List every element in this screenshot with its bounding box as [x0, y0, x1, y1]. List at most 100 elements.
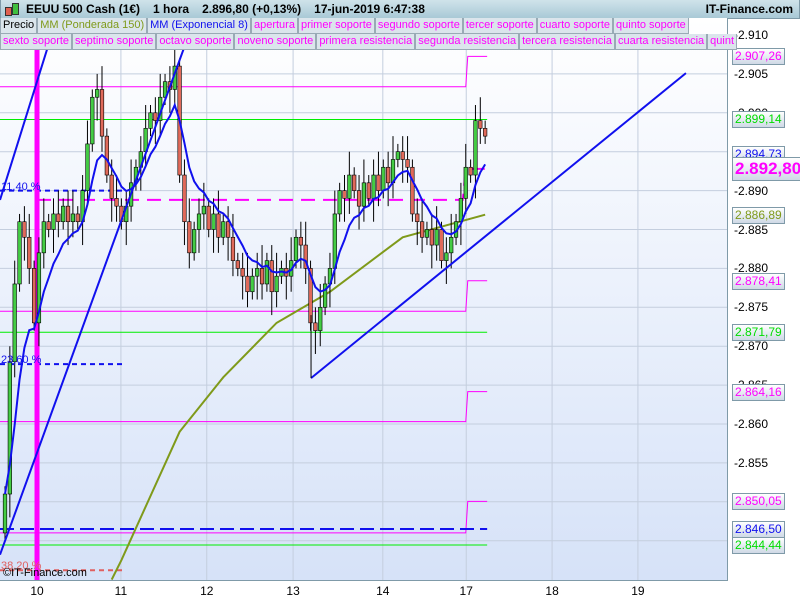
legend-item[interactable]: Precio: [0, 18, 38, 34]
price-tag: 2.899,14: [732, 111, 785, 129]
candle: [99, 66, 105, 152]
candle: [419, 198, 425, 253]
candle-body: [361, 182, 367, 207]
candle-body: [196, 213, 202, 230]
brand: IT-Finance.com: [705, 2, 793, 16]
candle: [70, 190, 75, 238]
candle: [235, 252, 240, 277]
legend-item[interactable]: cuarta resistencia: [614, 34, 708, 50]
candle: [483, 120, 488, 144]
legend-row-1: Precio MM (Ponderada 150) MM (Exponencial …: [0, 18, 689, 34]
candle: [182, 159, 187, 246]
legend-item[interactable]: cuarto soporte: [536, 18, 614, 34]
chart-plot-area[interactable]: [0, 18, 728, 581]
candle-body: [371, 174, 376, 199]
candle: [206, 198, 211, 238]
trendline: [310, 72, 687, 379]
candle: [303, 221, 308, 284]
candle-body: [337, 190, 342, 215]
price-change: 2.896,80 (+0,13%): [202, 2, 302, 16]
candle: [31, 260, 37, 331]
candle-body: [429, 229, 434, 246]
candle-body: [12, 283, 17, 363]
candle: [298, 221, 303, 269]
legend-item[interactable]: octavo soporte: [156, 34, 235, 50]
candle: [313, 307, 318, 354]
legend-item[interactable]: noveno soporte: [234, 34, 317, 50]
price-tag: 2.878,41: [732, 272, 785, 290]
candle: [449, 213, 454, 269]
price-tick-label: -2.855: [734, 455, 769, 470]
price-axis: -2.910-2.905-2.900-2.895-2.890-2.885-2.8…: [728, 18, 800, 600]
timeframe[interactable]: 1 hora: [153, 2, 189, 16]
candle-body: [90, 96, 95, 145]
price-tag: 2.907,26: [732, 48, 785, 66]
candle: [2, 486, 8, 541]
candle: [61, 198, 66, 230]
instrument-name: EEUU 500 Cash (1€): [26, 2, 141, 16]
price-tick-label: -2.905: [734, 66, 769, 81]
candle-body: [95, 89, 100, 98]
candle-body: [332, 213, 337, 269]
legend-item[interactable]: quinto soporte: [613, 18, 689, 34]
candle: [124, 190, 129, 246]
candle-body: [148, 112, 153, 129]
candle: [269, 245, 274, 316]
legend-item[interactable]: quint: [707, 34, 738, 50]
day-tick-label: 14: [376, 584, 390, 598]
legend-item[interactable]: MM (Ponderada 150): [37, 18, 148, 34]
candle: [478, 97, 483, 144]
candle-body: [434, 229, 439, 246]
candle-body: [109, 174, 114, 199]
fib-label: 23,60 %: [1, 354, 42, 367]
day-tick-label: 13: [286, 584, 300, 598]
support-step-1-line: [0, 280, 488, 312]
legend-item[interactable]: apertura: [250, 18, 298, 34]
candle-body: [449, 236, 454, 254]
legend-item[interactable]: primer soporte: [297, 18, 375, 34]
price-tag: 2.850,05: [732, 493, 785, 511]
legend-item[interactable]: septimo soporte: [72, 34, 157, 50]
day-tick-label: 17: [459, 584, 473, 598]
candle-body: [381, 166, 386, 191]
day-tick-label: 10: [30, 584, 44, 598]
day-tick-label: 11: [114, 584, 128, 598]
candle: [259, 245, 265, 300]
candle: [352, 167, 357, 199]
candle-body: [75, 213, 80, 223]
candle-body: [99, 89, 105, 137]
legend-item[interactable]: tercer soporte: [462, 18, 537, 34]
candle-body: [274, 275, 279, 293]
candle-body: [187, 221, 192, 254]
candle: [226, 206, 231, 261]
candlestick-logo-icon: [4, 2, 20, 16]
candle-body: [114, 198, 119, 207]
candle: [51, 198, 56, 253]
candle: [371, 159, 376, 222]
candle: [158, 73, 163, 137]
legend-item[interactable]: tercera resistencia: [519, 34, 615, 50]
candle: [187, 198, 192, 269]
price-tag: 2.846,50: [732, 521, 785, 539]
legend-item[interactable]: segunda resistencia: [415, 34, 520, 50]
candle-body: [468, 166, 473, 176]
candle: [250, 268, 255, 300]
legend-item[interactable]: segundo soporte: [374, 18, 463, 34]
candle-body: [473, 120, 478, 176]
legend-item[interactable]: sexto soporte: [0, 34, 73, 50]
candle: [114, 175, 119, 222]
candle-body: [226, 221, 231, 238]
candle: [46, 213, 51, 238]
candle: [22, 206, 27, 261]
candle: [424, 221, 430, 246]
candle: [240, 252, 245, 300]
price-tick-label: -2.870: [734, 339, 769, 354]
legend-item[interactable]: primera resistencia: [316, 34, 416, 50]
legend-row-2: sexto soporte septimo soporte octavo sopor…: [0, 34, 738, 50]
datetime: 17-jun-2019 6:47:38: [314, 2, 425, 16]
candle-body: [65, 205, 71, 223]
candle-body: [250, 275, 255, 293]
legend-item[interactable]: MM (Exponencial 8): [147, 18, 251, 34]
candle-body: [298, 236, 303, 246]
candle: [148, 105, 153, 137]
